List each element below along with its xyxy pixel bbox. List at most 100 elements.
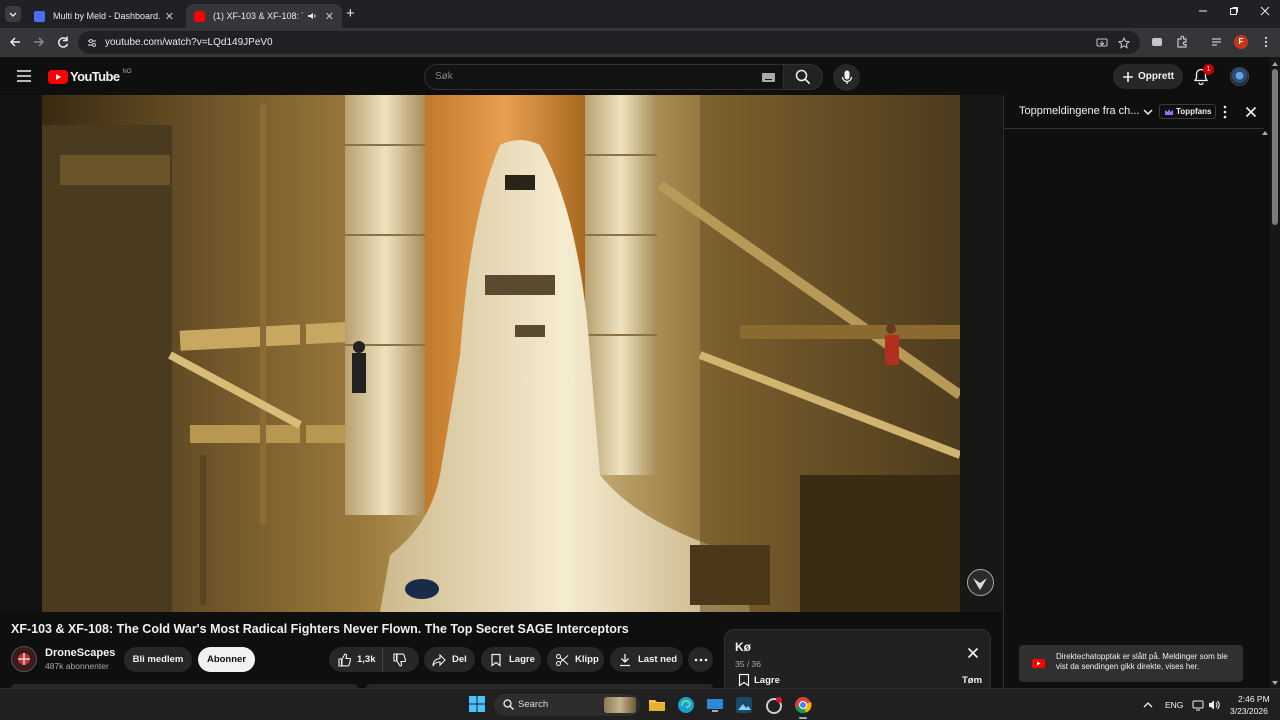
taskbar-search-label: Search <box>518 699 549 710</box>
keyboard-icon[interactable] <box>762 73 775 82</box>
reload-button[interactable] <box>56 35 70 49</box>
display-icon[interactable] <box>1192 699 1204 711</box>
reload-icon <box>58 36 69 48</box>
chrome-browser-icon[interactable] <box>794 696 812 714</box>
more-actions-button[interactable] <box>688 647 713 672</box>
clip-label: Klipp <box>575 654 599 665</box>
chat-header: Toppmeldingene fra ch... Toppfans <box>1004 95 1264 129</box>
channel-avatar[interactable] <box>11 646 37 672</box>
back-button[interactable] <box>8 35 22 49</box>
browser-tab-bar: Multi by Meld - Dashboard. ✕ (1) XF-103 … <box>0 0 1280 28</box>
puzzle-icon <box>1177 35 1187 48</box>
app-icon-photos[interactable] <box>735 696 753 714</box>
reading-list-button[interactable] <box>1210 35 1224 49</box>
like-count: 1,3k <box>357 654 376 665</box>
download-label: Last ned <box>638 654 678 665</box>
clip-button[interactable]: Klipp <box>547 647 604 672</box>
arrow-left-icon <box>9 37 20 47</box>
queue-clear-button[interactable]: Tøm <box>962 675 982 686</box>
close-window-button[interactable] <box>1260 6 1270 16</box>
guide-menu-button[interactable] <box>16 69 32 83</box>
queue-save-button[interactable]: Lagre <box>738 673 780 687</box>
extension-button[interactable] <box>1150 35 1164 49</box>
app-icon-monitor[interactable] <box>706 696 724 714</box>
cast-icon <box>1152 38 1162 46</box>
thumbs-down-icon <box>393 652 406 667</box>
channel-watermark[interactable] <box>967 569 994 596</box>
restore-button[interactable] <box>1229 6 1239 16</box>
plus-icon <box>1123 71 1133 82</box>
bookmark-icon <box>738 673 750 687</box>
browser-tab-meld[interactable]: Multi by Meld - Dashboard. ✕ <box>26 4 182 28</box>
edge-browser-icon[interactable] <box>677 696 695 714</box>
download-button[interactable]: Last ned <box>610 647 683 672</box>
clock-date[interactable]: 3/23/2026 <box>1230 706 1268 716</box>
chat-mode-selector[interactable]: Toppmeldingene fra ch... <box>1019 105 1139 117</box>
site-info-icon[interactable] <box>86 37 98 49</box>
save-button[interactable]: Lagre <box>481 647 541 672</box>
youtube-play-logo-icon <box>48 69 68 84</box>
queue-save-label: Lagre <box>754 674 780 686</box>
youtube-logo[interactable]: YouTube NO <box>48 69 131 84</box>
speaker-icon[interactable] <box>307 11 317 21</box>
toppfans-badge[interactable]: Toppfans <box>1159 104 1217 119</box>
bookmark-star-icon[interactable] <box>1118 37 1130 49</box>
new-tab-button[interactable]: + <box>346 6 355 22</box>
channel-logo-icon <box>18 653 30 665</box>
search-highlight-image <box>604 697 636 713</box>
chat-replay-toast: Direktechatopptak er slått på. Meldinger… <box>1019 645 1243 682</box>
start-button[interactable] <box>469 696 487 714</box>
badge-label: Toppfans <box>1176 107 1212 116</box>
extensions-button[interactable] <box>1175 35 1189 49</box>
profile-avatar[interactable]: F <box>1234 35 1248 49</box>
install-app-icon[interactable] <box>1096 37 1108 49</box>
clock-time[interactable]: 2:46 PM <box>1238 694 1270 704</box>
channel-name[interactable]: DroneScapes <box>45 647 115 659</box>
close-tab-icon[interactable]: ✕ <box>165 10 174 23</box>
dislike-button[interactable] <box>383 647 419 672</box>
download-icon <box>620 653 630 666</box>
notifications-button[interactable]: 1 <box>1193 64 1214 86</box>
chevron-down-icon[interactable] <box>1142 106 1154 118</box>
bookmark-icon <box>491 653 501 667</box>
taskbar-search-box[interactable]: Search <box>494 694 640 716</box>
app-icon-settings-badge[interactable] <box>765 696 783 714</box>
address-bar[interactable]: youtube.com/watch?v=LQd149JPeV0 <box>78 31 1140 54</box>
video-player[interactable] <box>0 95 1002 612</box>
avatar-letter: F <box>1238 37 1244 46</box>
file-explorer-icon[interactable] <box>648 696 666 714</box>
chrome-active-indicator <box>799 717 807 719</box>
microphone-icon <box>841 70 853 84</box>
close-tab-icon[interactable]: ✕ <box>325 10 334 23</box>
browser-toolbar: youtube.com/watch?v=LQd149JPeV0 F <box>0 28 1280 57</box>
volume-icon[interactable] <box>1208 699 1220 711</box>
close-icon[interactable] <box>1245 106 1257 118</box>
minimize-button[interactable] <box>1198 6 1208 16</box>
subscribe-button[interactable]: Abonner <box>198 647 255 672</box>
share-arrow-icon <box>432 653 446 666</box>
voice-search-button[interactable] <box>833 64 860 91</box>
scrollbar-thumb[interactable] <box>1272 69 1278 225</box>
live-chat-replay-panel: Toppmeldingene fra ch... Toppfans <box>1003 95 1270 688</box>
join-button[interactable]: Bli medlem <box>124 647 192 672</box>
share-button[interactable]: Del <box>424 647 475 672</box>
account-avatar[interactable] <box>1230 67 1249 86</box>
search-icon <box>795 69 811 85</box>
browser-tab-youtube[interactable]: (1) XF-103 & XF-108: The C ✕ <box>186 4 342 28</box>
create-button[interactable]: Opprett <box>1113 64 1183 89</box>
close-icon[interactable] <box>967 647 979 659</box>
chat-scrollbar[interactable] <box>1261 129 1269 688</box>
forward-button[interactable] <box>32 35 46 49</box>
like-button[interactable]: 1,3k <box>329 647 383 672</box>
scissors-icon <box>556 653 569 666</box>
search-input[interactable]: Søk <box>424 64 784 90</box>
language-indicator[interactable]: ENG <box>1165 700 1183 710</box>
tab-search-button[interactable] <box>5 6 21 22</box>
kebab-menu-icon[interactable] <box>1222 105 1228 119</box>
join-label: Bli medlem <box>132 654 184 665</box>
search-button[interactable] <box>783 64 823 90</box>
search-placeholder: Søk <box>435 71 453 82</box>
browser-menu-button[interactable] <box>1259 35 1273 49</box>
chevron-up-icon[interactable] <box>1143 700 1153 710</box>
page-scrollbar[interactable] <box>1270 57 1280 688</box>
